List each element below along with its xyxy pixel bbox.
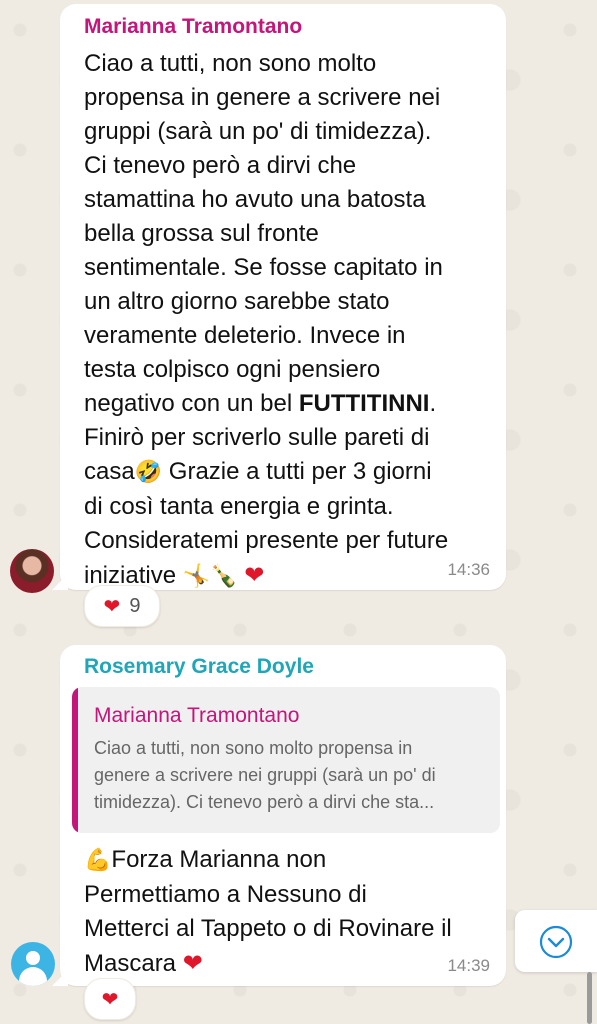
scrollbar[interactable] bbox=[587, 972, 592, 1024]
message-line: casa🤣 Grazie a tutti per 3 giorni bbox=[84, 455, 499, 490]
quote-line: genere a scrivere nei gruppi (sarà un po… bbox=[94, 765, 436, 785]
text-segment: Grazie a tutti per 3 giorni bbox=[162, 458, 432, 485]
message-line: propensa in genere a scrivere nei bbox=[84, 84, 441, 111]
message-line: negativo con un bel FUTTITINNI. bbox=[84, 387, 499, 421]
heart-reaction-icon: ❤ bbox=[101, 987, 119, 1011]
message-line: di così tanta energia e grinta. bbox=[84, 493, 394, 520]
sender-name[interactable]: Marianna Tramontano bbox=[84, 15, 302, 39]
message-line: stamattina ho avuto una batosta bbox=[84, 186, 426, 213]
reaction-pill[interactable]: ❤ 9 bbox=[84, 585, 160, 627]
sender-name[interactable]: Rosemary Grace Doyle bbox=[84, 655, 314, 679]
avatar[interactable] bbox=[11, 942, 55, 986]
message-bubble[interactable]: Rosemary Grace Doyle Marianna Tramontano… bbox=[52, 645, 506, 986]
message-line: bella grossa sul fronte bbox=[84, 220, 319, 247]
heart-emoji-icon: ❤ bbox=[244, 561, 265, 589]
message-line: Metterci al Tappeto o di Rovinare il bbox=[84, 915, 452, 942]
text-segment: negativo con un bel bbox=[84, 390, 299, 417]
quote-line: timidezza). Ci tenevo però a dirvi che s… bbox=[94, 792, 435, 812]
quote-text: Ciao a tutti, non sono molto propensa in… bbox=[94, 735, 436, 816]
cartwheel-champagne-emoji-icon: 🤸🍾 bbox=[182, 564, 238, 589]
message-text: Ciao a tutti, non sono molto propensa in… bbox=[84, 47, 499, 594]
message-line: Consideratemi presente per future bbox=[84, 527, 449, 554]
message-time: 14:39 bbox=[447, 956, 490, 975]
heart-emoji-icon: ❤ bbox=[182, 949, 203, 977]
quote-sender: Marianna Tramontano bbox=[94, 704, 300, 727]
avatar[interactable] bbox=[10, 549, 54, 593]
text-segment: Forza Marianna non bbox=[111, 846, 327, 873]
message-line: gruppi (sarà un po' di timidezza). bbox=[84, 118, 432, 145]
flexed-biceps-emoji-icon: 💪 bbox=[84, 848, 112, 873]
message-line: Mascara ❤ bbox=[84, 946, 499, 981]
message-line: 💪Forza Marianna non bbox=[84, 843, 499, 878]
text-segment: Mascara bbox=[84, 950, 183, 977]
reaction-pill[interactable]: ❤ bbox=[84, 978, 136, 1020]
message-line: Ci tenevo però a dirvi che bbox=[84, 152, 357, 179]
text-segment: . bbox=[429, 390, 437, 417]
laughing-emoji-icon: 🤣 bbox=[134, 460, 163, 485]
heart-reaction-icon: ❤ bbox=[103, 594, 121, 618]
quote-bar bbox=[72, 687, 78, 833]
quote-line: Ciao a tutti, non sono molto propensa in bbox=[94, 738, 413, 758]
user-placeholder-icon bbox=[26, 951, 40, 965]
chevron-down-circle-icon bbox=[539, 925, 573, 959]
message-line: Permettiamo a Nessuno di bbox=[84, 881, 367, 908]
bold-text: FUTTITINNI bbox=[298, 390, 430, 417]
text-segment: casa bbox=[84, 458, 135, 485]
scroll-to-bottom-button[interactable] bbox=[515, 910, 597, 972]
message-line: Finirò per scriverlo sulle pareti di bbox=[84, 424, 430, 451]
message-time: 14:36 bbox=[447, 560, 490, 579]
message-text: 💪Forza Marianna non Permettiamo a Nessun… bbox=[84, 843, 499, 981]
message-line: veramente deleterio. Invece in bbox=[84, 322, 406, 349]
message-line: un altro giorno sarebbe stato bbox=[84, 288, 390, 315]
message-line: sentimentale. Se fosse capitato in bbox=[84, 254, 443, 281]
message-line: testa colpisco ogni pensiero bbox=[84, 356, 381, 383]
reaction-count: 9 bbox=[129, 594, 141, 617]
message-bubble[interactable]: Marianna Tramontano Ciao a tutti, non so… bbox=[52, 4, 506, 590]
message-line: Ciao a tutti, non sono molto bbox=[84, 50, 377, 77]
user-placeholder-body bbox=[19, 967, 47, 986]
quoted-message[interactable]: Marianna Tramontano Ciao a tutti, non so… bbox=[72, 687, 500, 833]
